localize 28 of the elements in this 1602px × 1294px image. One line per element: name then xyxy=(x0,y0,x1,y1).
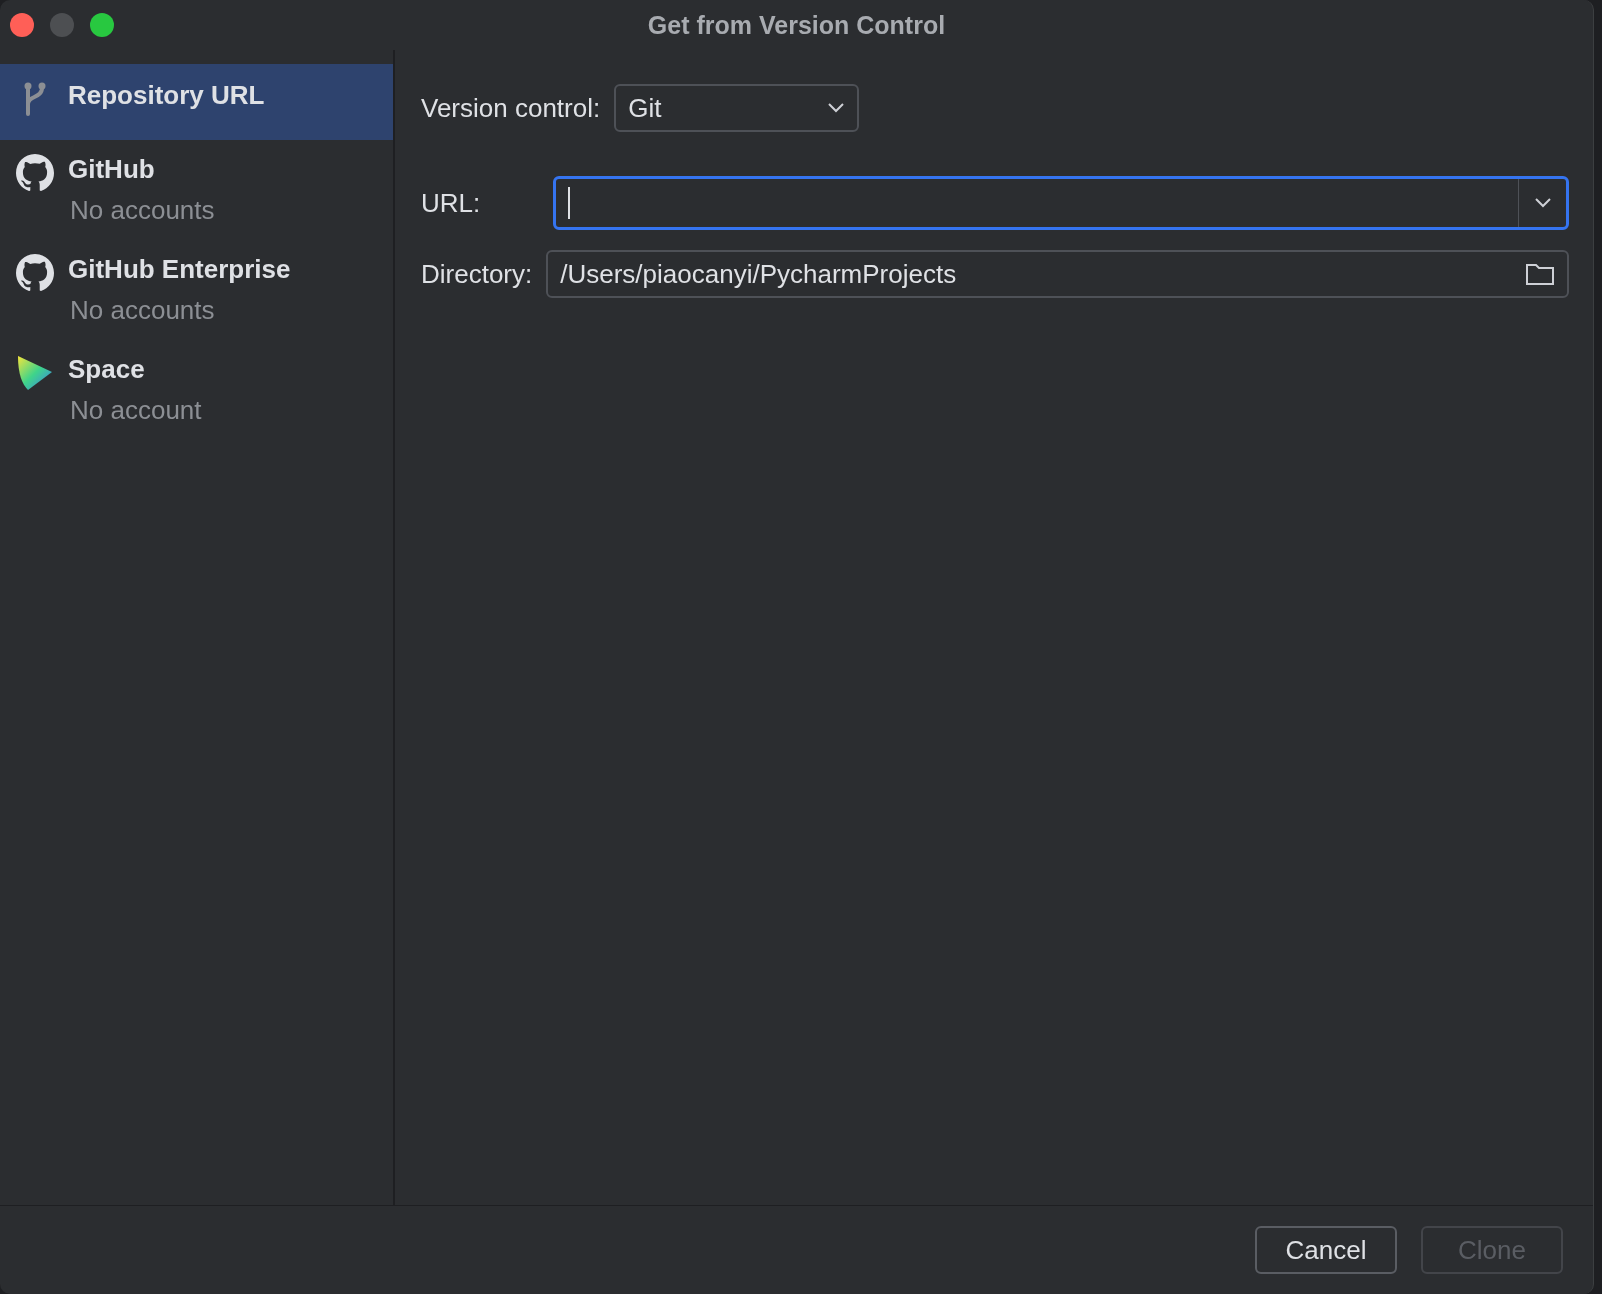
item-subtitle: No accounts xyxy=(69,295,216,326)
triangle-logo-icon xyxy=(16,354,54,392)
field-label: URL: xyxy=(421,187,482,219)
close-button[interactable] xyxy=(10,13,34,37)
sidebar-item[interactable]: GitHub No accounts xyxy=(0,140,393,240)
directory-input-field[interactable]: /Users/piaocanyi/PycharmProjects xyxy=(546,250,1569,298)
url-input-field[interactable] xyxy=(553,176,1569,230)
item-title: Space xyxy=(68,354,146,385)
sidebar-item[interactable]: Space No account xyxy=(0,340,393,440)
text-cursor xyxy=(568,187,570,219)
chevron-down-icon xyxy=(1533,197,1552,209)
folder-icon[interactable] xyxy=(1525,262,1555,286)
item-title: GitHub xyxy=(68,154,156,185)
sidebar-item[interactable]: Repository URL xyxy=(0,64,393,140)
item-title: GitHub Enterprise xyxy=(68,254,291,285)
item-subtitle: No accounts xyxy=(69,195,215,226)
window-title: Get from Version Control xyxy=(647,10,946,40)
item-subtitle: No account xyxy=(69,395,202,426)
cancel-button[interactable]: Cancel xyxy=(1255,1226,1397,1274)
field-label: Directory: xyxy=(421,258,533,290)
chevron-down-icon xyxy=(827,102,846,114)
version-control-dropdown[interactable]: Git xyxy=(614,84,860,132)
sidebar-item[interactable]: GitHub Enterprise No accounts xyxy=(0,240,393,340)
item-title: Repository URL xyxy=(68,80,265,111)
field-label: Version control: xyxy=(421,92,601,124)
zoom-button[interactable] xyxy=(90,13,114,37)
github-cat-icon xyxy=(16,254,54,292)
github-cat-icon xyxy=(16,154,54,192)
